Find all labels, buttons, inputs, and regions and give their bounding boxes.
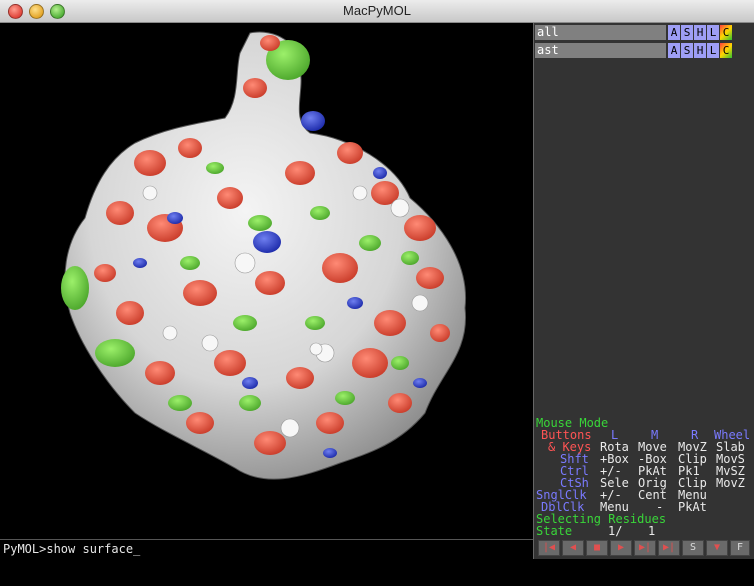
sculpt-button[interactable]: S xyxy=(682,540,704,556)
color-button[interactable]: C xyxy=(720,43,732,58)
state-label: State xyxy=(536,524,573,538)
command-line-input[interactable]: PyMOL>show surface_ xyxy=(0,539,533,559)
state-total: 1 xyxy=(648,524,656,538)
menu-down-button[interactable]: ▼ xyxy=(706,540,728,556)
object-panel: all A S H L C ast A S H L C Mouse Mode B… xyxy=(534,23,754,559)
step-forward-button[interactable]: ▶| xyxy=(634,540,656,556)
object-name[interactable]: ast xyxy=(535,43,666,58)
rewind-button[interactable]: |◀ xyxy=(538,540,560,556)
action-button[interactable]: A xyxy=(668,25,680,40)
stop-button[interactable]: ■ xyxy=(586,540,608,556)
state-value: 1/ xyxy=(608,524,623,538)
object-name[interactable]: all xyxy=(535,25,666,40)
object-row-ast: ast A S H L C xyxy=(534,43,754,59)
window-title: MacPyMOL xyxy=(343,3,411,18)
col-wheel: MovZ xyxy=(716,476,745,490)
pymol-window: MacPyMOL all A S H L C ast A S H L C Mou… xyxy=(0,0,754,559)
molecule-viewport[interactable] xyxy=(0,23,533,539)
fullscreen-button[interactable]: F xyxy=(730,540,750,556)
label-button[interactable]: L xyxy=(707,43,719,58)
play-button[interactable]: ▶ xyxy=(610,540,632,556)
col-right: PkAt xyxy=(678,500,707,514)
show-button[interactable]: S xyxy=(681,43,693,58)
label-button[interactable]: L xyxy=(707,25,719,40)
mouse-mode-panel[interactable]: Mouse Mode Buttons L M R Wheel & Keys Ro… xyxy=(536,417,754,537)
title-bar[interactable]: MacPyMOL xyxy=(0,0,754,23)
hide-button[interactable]: H xyxy=(694,25,706,40)
object-row-all: all A S H L C xyxy=(534,25,754,41)
protein-surface-render xyxy=(61,31,467,480)
step-back-button[interactable]: ◀ xyxy=(562,540,584,556)
state-row: State 1/ 1 xyxy=(536,525,754,537)
hide-button[interactable]: H xyxy=(694,43,706,58)
action-button[interactable]: A xyxy=(668,43,680,58)
show-button[interactable]: S xyxy=(681,25,693,40)
fast-forward-button[interactable]: ▶| xyxy=(658,540,680,556)
color-button[interactable]: C xyxy=(720,25,732,40)
